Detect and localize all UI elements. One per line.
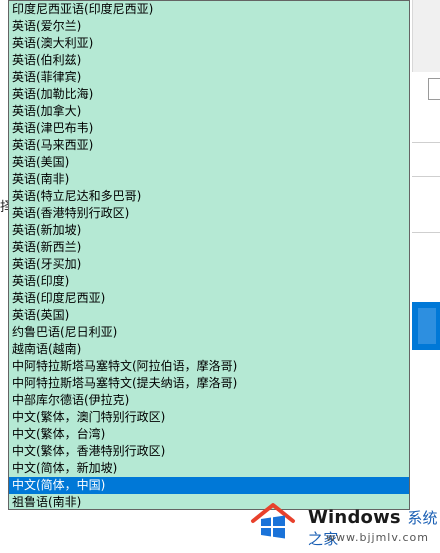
language-option[interactable]: 中阿特拉斯塔马塞特文(提夫纳语，摩洛哥) <box>9 375 409 392</box>
language-option[interactable]: 英语(特立尼达和多巴哥) <box>9 188 409 205</box>
language-option[interactable]: 英语(菲律宾) <box>9 69 409 86</box>
language-option[interactable]: 英语(香港特别行政区) <box>9 205 409 222</box>
language-option[interactable]: 越南语(越南) <box>9 341 409 358</box>
language-option[interactable]: 英语(印度) <box>9 273 409 290</box>
language-option[interactable]: 英语(澳大利亚) <box>9 35 409 52</box>
language-option[interactable]: 中阿特拉斯塔马塞特文(阿拉伯语，摩洛哥) <box>9 358 409 375</box>
language-option[interactable]: 英语(津巴布韦) <box>9 120 409 137</box>
language-option[interactable]: 中文(简体，新加坡) <box>9 460 409 477</box>
language-option[interactable]: 印度尼西亚语(印度尼西亚) <box>9 1 409 18</box>
language-option[interactable]: 英语(马来西亚) <box>9 137 409 154</box>
windows-house-logo-icon <box>251 503 295 539</box>
language-option[interactable]: 英语(南非) <box>9 171 409 188</box>
language-option[interactable]: 英语(伯利兹) <box>9 52 409 69</box>
language-dropdown-list[interactable]: 印度尼西亚语(印度尼西亚) 英语(爱尔兰) 英语(澳大利亚) 英语(伯利兹) 英语(菲律… <box>8 0 410 510</box>
background-toolbar <box>412 0 440 72</box>
language-option[interactable]: 约鲁巴语(尼日利亚) <box>9 324 409 341</box>
background-divider <box>412 176 440 177</box>
watermark-url: www.bjjmlv.com <box>326 531 429 544</box>
language-option[interactable]: 英语(印度尼西亚) <box>9 290 409 307</box>
language-option[interactable]: 英语(加拿大) <box>9 103 409 120</box>
language-option[interactable]: 中文(繁体，香港特别行政区) <box>9 443 409 460</box>
language-option[interactable]: 英语(牙买加) <box>9 256 409 273</box>
language-option[interactable]: 英语(新西兰) <box>9 239 409 256</box>
language-option[interactable]: 中文(简体，中国) <box>9 477 409 494</box>
language-option[interactable]: 英语(英国) <box>9 307 409 324</box>
watermark-brand-name: Windows <box>308 507 401 528</box>
language-option[interactable]: 中文(繁体，澳门特别行政区) <box>9 409 409 426</box>
background-field[interactable] <box>428 78 440 100</box>
language-option[interactable]: 英语(新加坡) <box>9 222 409 239</box>
language-options: 印度尼西亚语(印度尼西亚) 英语(爱尔兰) 英语(澳大利亚) 英语(伯利兹) 英语(菲律… <box>9 1 409 509</box>
language-option[interactable]: 中部库尔德语(伊拉克) <box>9 392 409 409</box>
language-option[interactable]: 英语(爱尔兰) <box>9 18 409 35</box>
language-option[interactable]: 英语(加勒比海) <box>9 86 409 103</box>
watermark: Windows 系统之家 www.bjjmlv.com <box>240 493 440 553</box>
language-option[interactable]: 中文(繁体，台湾) <box>9 426 409 443</box>
background-divider <box>412 142 440 143</box>
background-divider <box>412 232 440 233</box>
background-selected-button-inner <box>418 308 436 344</box>
language-option[interactable]: 英语(美国) <box>9 154 409 171</box>
